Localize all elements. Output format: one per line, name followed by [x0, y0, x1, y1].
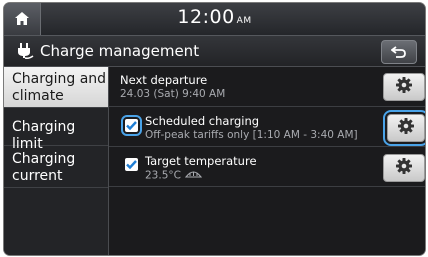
menu-item-charging-current[interactable]: Charging current: [4, 146, 108, 188]
target-temperature-label: Target temperature: [145, 154, 257, 168]
list-item-target-temperature[interactable]: Target temperature 23.5°C: [109, 147, 425, 187]
menu-item-charging-limit[interactable]: Charging limit: [4, 108, 108, 152]
next-departure-value: 24.03 (Sat) 9:40 AM: [120, 88, 226, 100]
menu-item-label-line2: current: [12, 168, 63, 184]
clock: 12:00 AM: [4, 6, 425, 28]
gear-icon: [396, 77, 412, 97]
gear-icon: [398, 118, 414, 138]
defrost-icon: [184, 169, 203, 182]
menu-item-label-line1: Charging and: [12, 71, 107, 87]
target-temperature-line: 23.5°C: [145, 169, 203, 182]
divider: [109, 186, 425, 187]
page-title: Charge management: [40, 42, 200, 60]
status-bar: 12:00 AM: [4, 3, 425, 36]
menu-item-label-line1: Charging: [12, 151, 76, 167]
clock-time: 12:00: [177, 6, 235, 28]
clock-ampm: AM: [236, 16, 252, 26]
charge-plug-icon: [17, 43, 35, 64]
settings-list: Next departure 24.03 (Sat) 9:40 AM Sched…: [109, 67, 425, 255]
menu-item-label-line2: climate: [12, 88, 64, 104]
scheduled-charging-value: Off-peak tariffs only [1:10 AM - 3:40 AM…: [145, 129, 358, 141]
scheduled-charging-label: Scheduled charging: [145, 114, 260, 128]
title-bar: Charge management: [4, 36, 425, 67]
target-temperature-settings-button[interactable]: [383, 154, 425, 182]
list-item-next-departure[interactable]: Next departure 24.03 (Sat) 9:40 AM: [109, 67, 425, 107]
gear-icon: [396, 158, 412, 178]
list-item-scheduled-charging[interactable]: Scheduled charging Off-peak tariffs only…: [109, 107, 425, 147]
next-departure-label: Next departure: [120, 73, 208, 87]
scheduled-charging-checkbox[interactable]: [121, 115, 142, 136]
target-temperature-value: 23.5°C: [145, 169, 181, 182]
menu-item-charging-and-climate[interactable]: Charging and climate: [4, 67, 108, 108]
side-menu: Charging and climate Charging limit Char…: [4, 67, 109, 255]
screen: 12:00 AM Charge management Charging and …: [4, 3, 425, 255]
scheduled-charging-settings-button[interactable]: [383, 110, 425, 146]
next-departure-settings-button[interactable]: [383, 73, 425, 101]
back-button[interactable]: [381, 40, 417, 64]
target-temperature-checkbox[interactable]: [125, 158, 138, 171]
back-arrow-icon: [390, 43, 407, 62]
